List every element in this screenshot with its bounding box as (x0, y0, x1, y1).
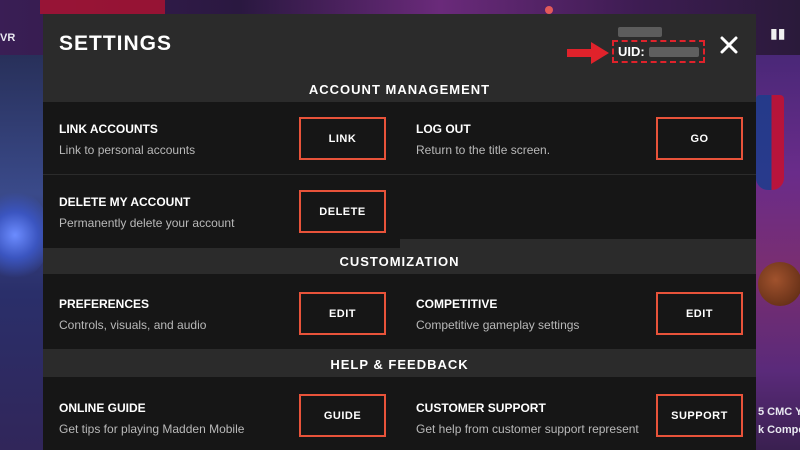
section-title: HELP & FEEDBACK (330, 356, 469, 372)
log-out-cell: LOG OUT Return to the title screen. GO (400, 102, 756, 174)
uid-display: UID: (612, 40, 705, 63)
customer-support-cell: CUSTOMER SUPPORT Get help from customer … (400, 377, 756, 450)
annotation-arrow-icon (567, 42, 609, 64)
link-accounts-cell: LINK ACCOUNTS Link to personal accounts … (43, 102, 400, 174)
settings-row-help: ONLINE GUIDE Get tips for playing Madden… (43, 377, 756, 450)
close-button[interactable] (714, 30, 744, 60)
online-guide-cell: ONLINE GUIDE Get tips for playing Madden… (43, 377, 400, 450)
section-title: ACCOUNT MANAGEMENT (308, 81, 491, 97)
customer-support-title: CUSTOMER SUPPORT (416, 401, 546, 415)
online-guide-title: ONLINE GUIDE (59, 401, 146, 415)
log-out-description: Return to the title screen. (416, 143, 551, 157)
uid-label: UID: (618, 44, 645, 59)
link-accounts-description: Link to personal accounts (59, 143, 196, 157)
preferences-title: PREFERENCES (59, 297, 150, 311)
section-header-customization: CUSTOMIZATION (43, 248, 756, 274)
delete-account-cell: DELETE MY ACCOUNT Permanently delete you… (43, 175, 400, 248)
support-button[interactable]: SUPPORT (656, 394, 743, 437)
competitive-edit-button[interactable]: EDIT (656, 292, 743, 335)
delete-button[interactable]: DELETE (299, 190, 386, 233)
delete-account-title: DELETE MY ACCOUNT (59, 195, 191, 209)
customer-support-description: Get help from customer support represent (416, 422, 639, 436)
link-accounts-title: LINK ACCOUNTS (59, 122, 158, 136)
modal-title: SETTINGS (59, 32, 173, 55)
row-gap (400, 239, 756, 248)
link-button[interactable]: LINK (299, 117, 386, 160)
settings-row-account-1: LINK ACCOUNTS Link to personal accounts … (43, 102, 756, 174)
guide-button[interactable]: GUIDE (299, 394, 386, 437)
settings-modal: SETTINGS UID: ACCOUNT MANAGEMENT LINK AC… (43, 14, 756, 450)
preferences-cell: PREFERENCES Controls, visuals, and audio… (43, 274, 400, 349)
section-header-account-management: ACCOUNT MANAGEMENT (43, 76, 756, 102)
cards-icon: ▮▮ (770, 25, 786, 41)
settings-row-customization: PREFERENCES Controls, visuals, and audio… (43, 274, 756, 349)
close-icon (720, 36, 738, 54)
empty-row-cell (400, 175, 756, 239)
competitive-title: COMPETITIVE (416, 297, 498, 311)
preferences-description: Controls, visuals, and audio (59, 318, 207, 332)
background-right-hud-text-1: 5 CMC Ye (758, 406, 800, 418)
redacted-username (618, 27, 662, 37)
competitive-description: Competitive gameplay settings (416, 318, 580, 332)
background-notification-dot (545, 6, 553, 14)
background-right-hud-text-2: k Compet (758, 424, 800, 436)
go-button[interactable]: GO (656, 117, 743, 160)
log-out-title: LOG OUT (416, 122, 471, 136)
section-header-help-feedback: HELP & FEEDBACK (43, 351, 756, 377)
section-title: CUSTOMIZATION (339, 253, 460, 269)
uid-redacted-value (648, 46, 699, 57)
competitive-cell: COMPETITIVE Competitive gameplay setting… (400, 274, 756, 349)
preferences-edit-button[interactable]: EDIT (299, 292, 386, 335)
delete-account-description: Permanently delete your account (59, 216, 235, 230)
nfl-shield-icon (756, 95, 784, 190)
online-guide-description: Get tips for playing Madden Mobile (59, 422, 245, 436)
modal-header: SETTINGS UID: (43, 14, 756, 76)
football-icon (758, 262, 800, 306)
settings-row-account-2: DELETE MY ACCOUNT Permanently delete you… (43, 175, 400, 248)
background-top-tab (40, 0, 165, 14)
background-left-hud-text: VR (0, 32, 16, 44)
